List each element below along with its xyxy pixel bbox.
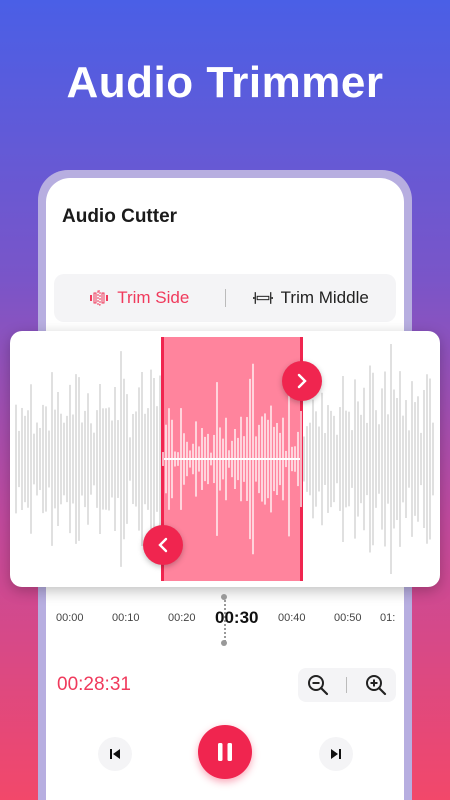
- hero-title: Audio Trimmer: [66, 58, 384, 107]
- trim-middle-icon: [252, 292, 273, 304]
- pause-button[interactable]: [198, 725, 252, 779]
- waveform-panel[interactable]: [10, 331, 440, 587]
- skip-next-icon: [331, 749, 341, 759]
- trim-mode-selector: Trim Side Trim Middle: [54, 274, 396, 322]
- current-time-readout: 00:28:31: [57, 674, 131, 695]
- tick-label: 00:10: [112, 612, 140, 624]
- trim-side-icon: [90, 290, 109, 306]
- tab-trim-middle-label: Trim Middle: [280, 288, 369, 307]
- current-tick-label: 00:30: [215, 608, 259, 627]
- tick-label: 00:40: [278, 612, 306, 624]
- zoom-out-icon: [308, 675, 329, 696]
- zoom-in-icon: [365, 675, 386, 696]
- tick-label: 00:50: [334, 612, 362, 624]
- zoom-divider: [346, 677, 348, 693]
- app-title: Audio Cutter: [62, 206, 178, 227]
- selection-start-handle[interactable]: [143, 525, 183, 565]
- chevron-left-icon: [158, 537, 168, 553]
- timeline-ruler[interactable]: 00:00 00:10 00:20 00:30 00:40 00:50 01:: [46, 594, 404, 646]
- playback-controls: [0, 725, 450, 785]
- tick-label: 01:: [380, 612, 396, 624]
- tab-trim-side-label: Trim Side: [117, 288, 190, 307]
- next-button[interactable]: [319, 737, 353, 771]
- chevron-right-icon: [297, 373, 307, 389]
- tab-trim-middle[interactable]: Trim Middle: [226, 288, 397, 308]
- tick-label: 00:00: [56, 612, 84, 624]
- skip-previous-icon: [110, 749, 120, 759]
- zoom-in-button[interactable]: [364, 673, 388, 697]
- tick-label: 00:20: [168, 612, 196, 624]
- zoom-controls: [298, 668, 396, 702]
- selection-end-handle[interactable]: [282, 361, 322, 401]
- waveform-selected: [162, 363, 302, 555]
- pause-icon: [218, 743, 232, 761]
- zoom-out-button[interactable]: [306, 673, 330, 697]
- previous-button[interactable]: [98, 737, 132, 771]
- playhead-bottom-dot: [221, 640, 227, 646]
- tab-trim-side[interactable]: Trim Side: [54, 288, 225, 308]
